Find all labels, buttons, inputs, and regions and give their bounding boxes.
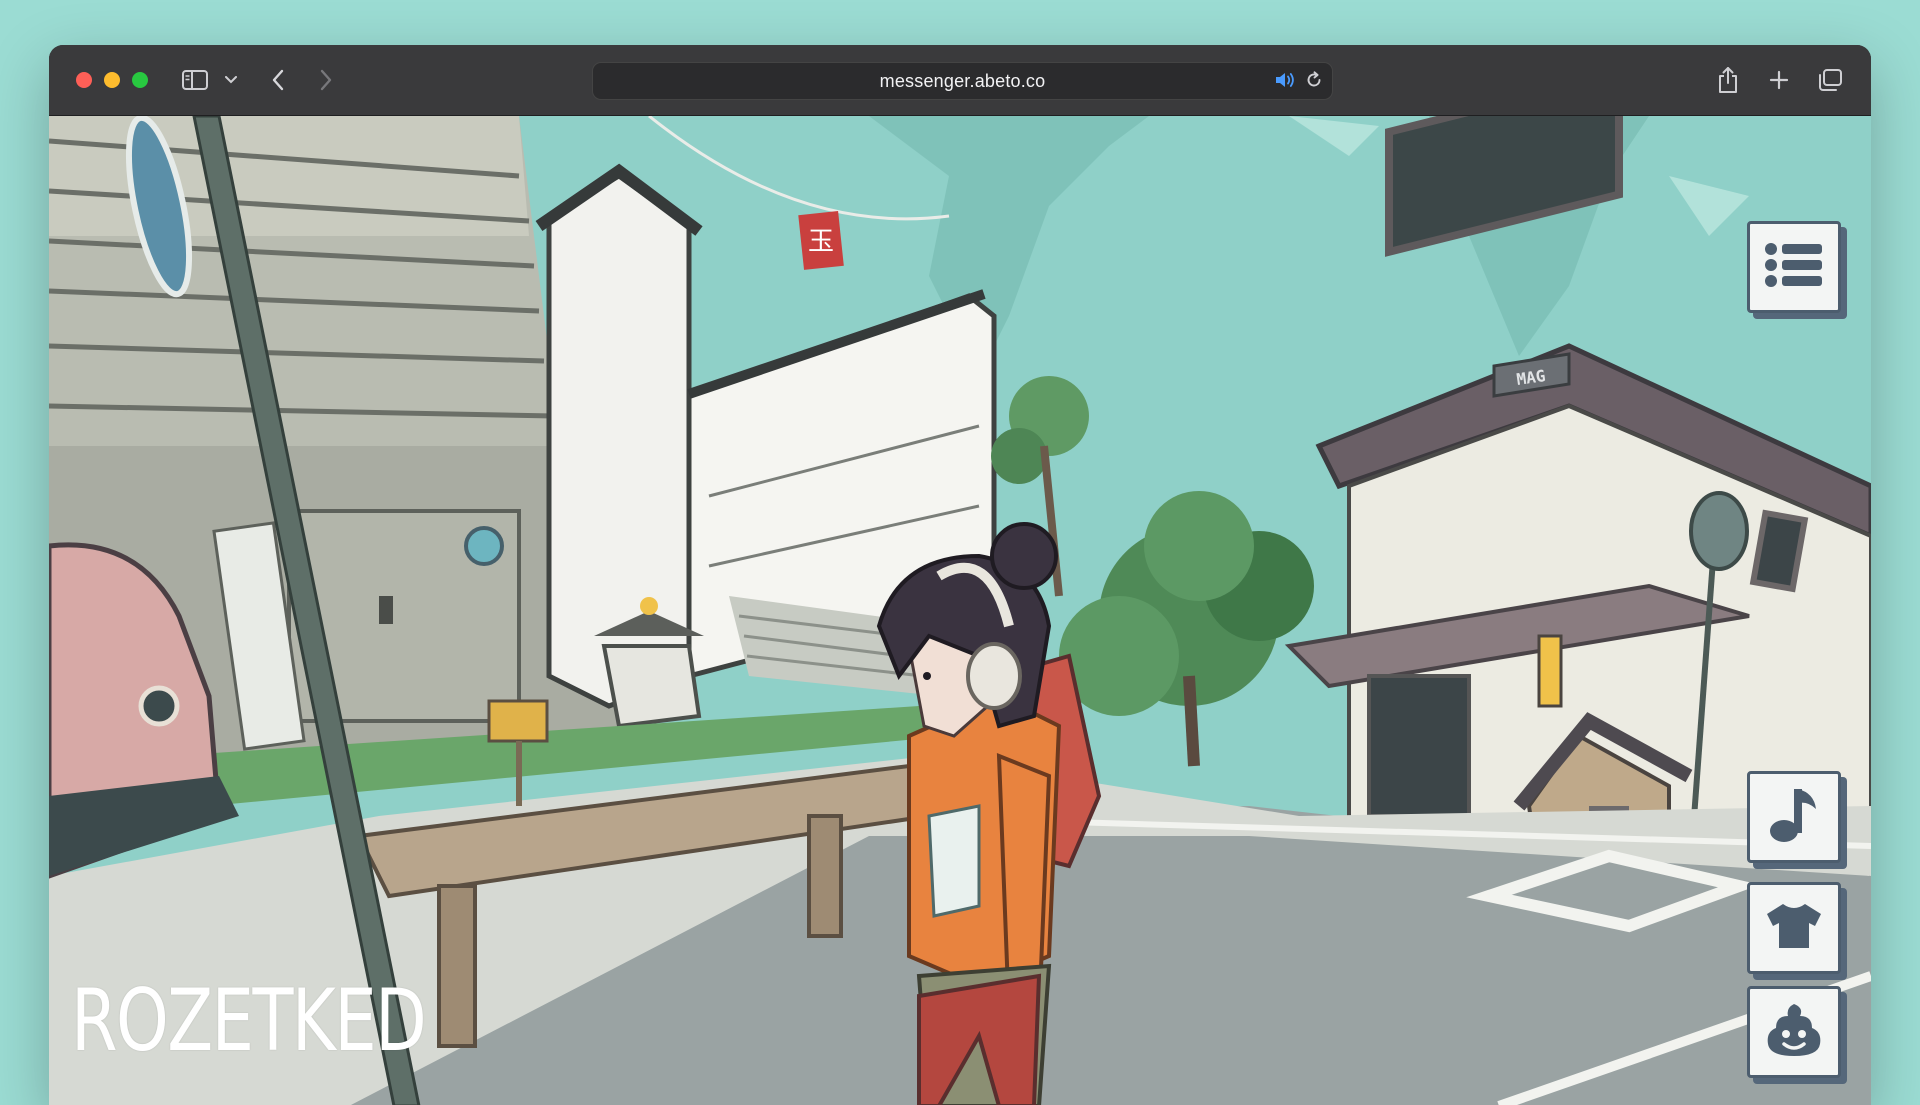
road-sign <box>1689 491 1749 571</box>
game-viewport[interactable]: 玉 MAG ROZETKED <box>49 116 1871 1105</box>
menu-button[interactable] <box>1747 221 1841 313</box>
hair-bun <box>990 522 1058 590</box>
game-scene[interactable]: 玉 MAG <box>49 116 1871 1105</box>
share-icon[interactable] <box>1713 65 1743 95</box>
browser-window: messenger.abeto.co 玉 MAG ROZETKED <box>49 45 1871 1105</box>
chevron-down-icon[interactable] <box>221 65 241 95</box>
plus-icon[interactable] <box>1764 65 1794 95</box>
outfit-button[interactable] <box>1747 882 1841 974</box>
music-button[interactable] <box>1747 771 1841 863</box>
shop-sign-text: MAG <box>1515 366 1546 389</box>
list-icon <box>1764 242 1824 293</box>
watermark: ROZETKED <box>71 971 427 1071</box>
zoom-window-button[interactable] <box>132 72 148 88</box>
reload-icon[interactable] <box>1304 70 1324 95</box>
wooden-sign <box>487 699 549 743</box>
yellow-shop-banner <box>1537 634 1563 708</box>
minimize-window-button[interactable] <box>104 72 120 88</box>
close-window-button[interactable] <box>76 72 92 88</box>
shirt-panel <box>927 804 981 918</box>
side-window <box>1749 509 1809 593</box>
emote-button[interactable] <box>1747 986 1841 1078</box>
tshirt-icon <box>1765 902 1823 955</box>
speaker-icon[interactable] <box>1274 70 1296 95</box>
url-text: messenger.abeto.co <box>879 70 1046 91</box>
chevron-left-icon[interactable] <box>263 65 293 95</box>
poop-emoji-icon <box>1764 1002 1824 1063</box>
sidebar-icon[interactable] <box>179 65 211 95</box>
music-note-icon <box>1768 785 1820 850</box>
shop-door <box>1367 674 1471 818</box>
address-bar[interactable]: messenger.abeto.co <box>592 62 1333 100</box>
stone-lantern <box>601 644 702 729</box>
chevron-right-icon[interactable] <box>311 65 341 95</box>
banner-glyph: 玉 <box>808 227 834 257</box>
tabs-overview-icon[interactable] <box>1814 65 1846 95</box>
utility-slot <box>379 596 393 624</box>
browser-toolbar: messenger.abeto.co <box>49 45 1871 116</box>
utility-dial <box>464 526 504 566</box>
headphone-cup <box>966 642 1022 710</box>
